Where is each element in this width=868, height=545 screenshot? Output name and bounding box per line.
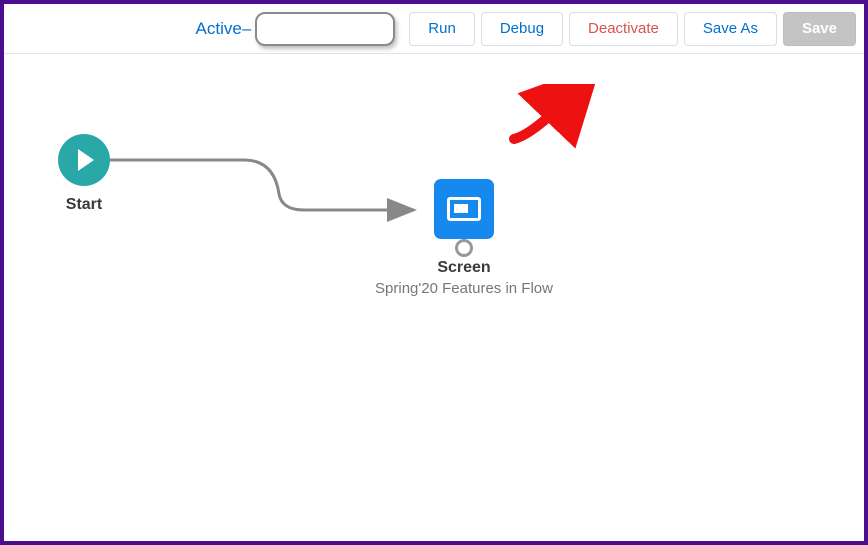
save-button: Save (783, 12, 856, 46)
deactivate-button[interactable]: Deactivate (569, 12, 678, 46)
debug-button[interactable]: Debug (481, 12, 563, 46)
run-button[interactable]: Run (409, 12, 475, 46)
version-dropdown[interactable] (255, 12, 395, 46)
annotation-arrow-icon (504, 84, 604, 154)
screen-node[interactable]: Screen Spring'20 Features in Flow (374, 179, 554, 299)
screen-node-title: Screen (437, 259, 490, 277)
play-icon (58, 134, 110, 186)
start-node[interactable]: Start (44, 134, 124, 214)
status-label: Active– (196, 19, 252, 39)
flow-status: Active– (196, 12, 396, 46)
screen-node-subtitle: Spring'20 Features in Flow (375, 279, 553, 299)
save-as-button[interactable]: Save As (684, 12, 777, 46)
screen-icon (434, 179, 494, 239)
flow-canvas[interactable]: Start Screen Spring'20 Features in Flow (4, 54, 864, 541)
start-node-title: Start (66, 196, 102, 214)
toolbar: Active– Run Debug Deactivate Save As Sav… (4, 4, 864, 54)
